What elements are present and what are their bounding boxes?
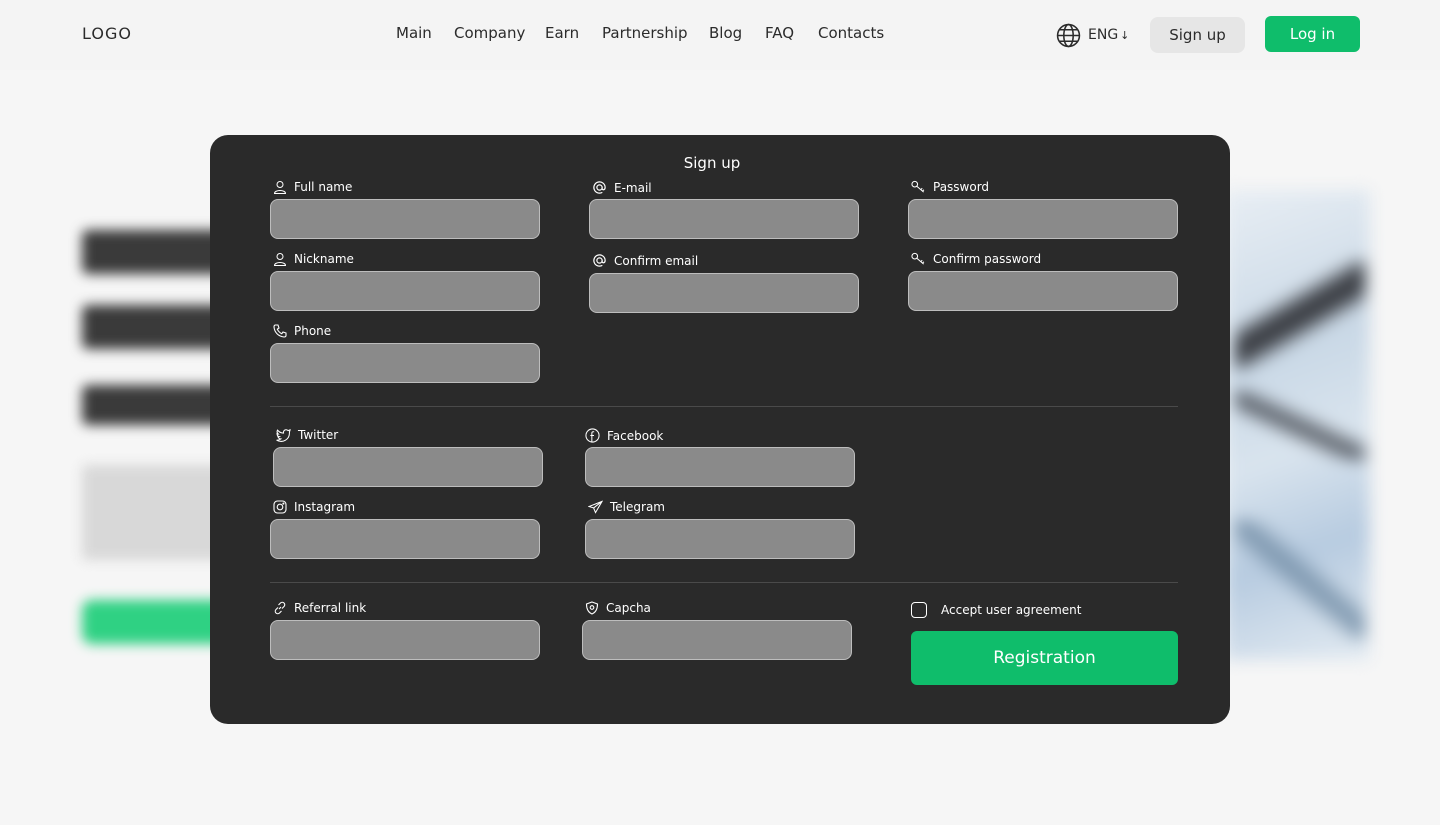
password-label: Password bbox=[911, 180, 989, 194]
at-icon bbox=[593, 254, 606, 267]
phone-label: Phone bbox=[273, 324, 331, 338]
telegram-icon bbox=[588, 500, 603, 514]
nav-item-contacts[interactable]: Contacts bbox=[818, 24, 884, 42]
background-hero-blurred bbox=[70, 200, 232, 660]
language-selector[interactable]: ENG ↓ bbox=[1056, 22, 1129, 48]
key-icon bbox=[911, 252, 925, 265]
instagram-icon bbox=[273, 500, 287, 514]
capcha-input[interactable] bbox=[582, 620, 852, 660]
nav-item-earn[interactable]: Earn bbox=[545, 24, 579, 42]
email-input[interactable] bbox=[589, 199, 859, 239]
link-icon bbox=[274, 601, 286, 615]
nav-item-company[interactable]: Company bbox=[454, 24, 525, 42]
facebook-icon bbox=[585, 428, 600, 443]
phone-input[interactable] bbox=[270, 343, 540, 383]
email-label: E-mail bbox=[592, 180, 652, 195]
user-icon bbox=[273, 181, 287, 194]
user-agreement-label: Accept user agreement bbox=[941, 603, 1082, 617]
password-input[interactable] bbox=[908, 199, 1178, 239]
twitter-input[interactable] bbox=[273, 447, 543, 487]
user-icon bbox=[273, 253, 287, 266]
referral-link-input[interactable] bbox=[270, 620, 540, 660]
nickname-input[interactable] bbox=[270, 271, 540, 311]
telegram-input[interactable] bbox=[585, 519, 855, 559]
referral-link-label: Referral link bbox=[273, 601, 366, 615]
phone-icon bbox=[273, 324, 287, 338]
telegram-label: Telegram bbox=[588, 500, 665, 514]
login-button[interactable]: Log in bbox=[1265, 16, 1360, 52]
full-name-label: Full name bbox=[273, 180, 352, 194]
nav-item-faq[interactable]: FAQ bbox=[765, 24, 794, 42]
checkbox[interactable] bbox=[911, 602, 927, 618]
facebook-input[interactable] bbox=[585, 447, 855, 487]
confirm-password-label: Confirm password bbox=[911, 252, 1041, 266]
shield-icon bbox=[585, 601, 599, 615]
instagram-label: Instagram bbox=[273, 500, 355, 514]
full-name-input[interactable] bbox=[270, 199, 540, 239]
key-icon bbox=[911, 180, 925, 193]
signup-modal: Sign up Full name E-mail Password Nickna… bbox=[210, 135, 1230, 724]
modal-title: Sign up bbox=[683, 154, 741, 172]
nav-item-main[interactable]: Main bbox=[396, 24, 432, 42]
confirm-password-input[interactable] bbox=[908, 271, 1178, 311]
background-image-blurred bbox=[1225, 190, 1370, 660]
confirm-email-input[interactable] bbox=[589, 273, 859, 313]
facebook-label: Facebook bbox=[585, 428, 663, 443]
chevron-down-icon: ↓ bbox=[1120, 28, 1130, 42]
section-divider bbox=[270, 406, 1178, 407]
nav-item-blog[interactable]: Blog bbox=[709, 24, 742, 42]
user-agreement-checkbox[interactable]: Accept user agreement bbox=[911, 602, 1082, 618]
section-divider bbox=[270, 582, 1178, 583]
twitter-icon bbox=[276, 428, 291, 442]
confirm-email-label: Confirm email bbox=[592, 253, 698, 268]
site-header: LOGO Main Company Earn Partnership Blog … bbox=[0, 0, 1440, 70]
nav-item-partnership[interactable]: Partnership bbox=[602, 24, 688, 42]
nickname-label: Nickname bbox=[273, 252, 354, 266]
globe-icon bbox=[1056, 23, 1081, 47]
instagram-input[interactable] bbox=[270, 519, 540, 559]
language-label: ENG bbox=[1088, 27, 1119, 43]
twitter-label: Twitter bbox=[276, 428, 338, 442]
at-icon bbox=[593, 181, 606, 194]
registration-button[interactable]: Registration bbox=[911, 631, 1178, 685]
capcha-label: Capcha bbox=[585, 601, 651, 615]
signup-button[interactable]: Sign up bbox=[1150, 17, 1245, 53]
